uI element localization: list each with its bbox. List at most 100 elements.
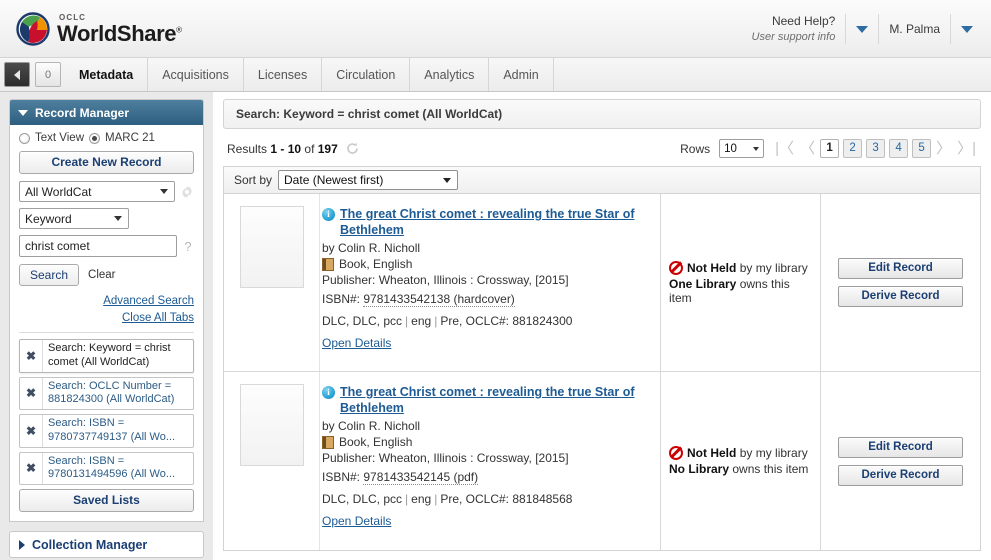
not-held-icon [669, 446, 683, 460]
derive-record-button[interactable]: Derive Record [838, 464, 963, 486]
sort-label: Sort by [234, 173, 273, 187]
holdings-status-row: Not Held by my library [669, 260, 812, 275]
holdings-count-row: One Library owns this item [669, 277, 812, 305]
close-icon[interactable]: ✖ [20, 415, 43, 447]
need-help-block[interactable]: Need Help? User support info [742, 10, 846, 48]
tab-acquisitions[interactable]: Acquisitions [148, 58, 244, 91]
encoding-level: Pre, [440, 491, 463, 506]
results-of: of [304, 141, 315, 156]
open-details-link[interactable]: Open Details [322, 336, 391, 350]
close-all-tabs-link[interactable]: Close All Tabs [122, 312, 194, 324]
record-isbn: ISBN#: 9781433542145 (pdf) [322, 468, 648, 486]
record-actions-cell: Edit Record Derive Record [820, 194, 980, 371]
record-format-row: Book, English [322, 435, 648, 449]
cover-cell [224, 372, 320, 550]
refresh-icon[interactable] [346, 142, 359, 155]
record-manager-title: Record Manager [35, 105, 130, 120]
record-info-cell: i The great Christ comet : revealing the… [320, 372, 660, 550]
chevron-left-icon [14, 69, 20, 80]
gear-icon[interactable] [180, 185, 194, 199]
page-button-5[interactable]: 5 [912, 139, 932, 158]
page-button-4[interactable]: 4 [889, 139, 909, 158]
app-header: OCLC WorldShare® Need Help? User support… [0, 0, 991, 58]
radio-marc21[interactable] [89, 132, 101, 144]
close-icon[interactable]: ✖ [20, 452, 43, 484]
record-format: Book, English [339, 257, 413, 272]
catalog-source: DLC, DLC, pcc [322, 313, 403, 328]
page-button-3[interactable]: 3 [866, 139, 886, 158]
first-page-icon[interactable]: |〈 [774, 141, 795, 156]
oclc-number: 881848568 [512, 491, 573, 506]
record-isbn: ISBN#: 9781433542138 (hardcover) [322, 290, 648, 308]
close-icon[interactable]: ✖ [20, 340, 43, 372]
record-author: by Colin R. Nicholl [322, 418, 421, 433]
user-support-info-label: User support info [751, 30, 836, 43]
tab-metadata[interactable]: Metadata [65, 58, 149, 91]
search-index-select[interactable]: Keyword [19, 208, 129, 229]
tab-admin[interactable]: Admin [489, 58, 554, 91]
search-summary-bar: Search: Keyword = christ comet (All Worl… [223, 99, 981, 129]
table-row: i The great Christ comet : revealing the… [224, 194, 980, 372]
main-content: Search: Keyword = christ comet (All Worl… [213, 92, 991, 560]
record-info-cell: i The great Christ comet : revealing the… [320, 194, 660, 371]
results-toolbar: Results 1 - 10 of 197 Rows 10 |〈 〈 1 2 3… [213, 129, 991, 158]
saved-lists-button[interactable]: Saved Lists [19, 489, 194, 512]
search-button[interactable]: Search [19, 264, 80, 286]
search-input-row: ? [19, 235, 194, 257]
tab-analytics[interactable]: Analytics [410, 58, 490, 91]
oclc-worldshare-logo[interactable]: OCLC WorldShare® [16, 12, 182, 46]
oclc-label: OCLC#: [465, 313, 510, 328]
saved-search-tab-2[interactable]: ✖ Search: OCLC Number = 881824300 (All W… [19, 376, 194, 410]
holdings-status-rest: by my library [739, 260, 808, 275]
page-button-1[interactable]: 1 [820, 139, 840, 158]
notification-counter-button[interactable]: 0 [35, 62, 61, 87]
radio-text-view[interactable] [19, 132, 30, 144]
collapse-panel-button[interactable] [4, 62, 30, 87]
record-title-link[interactable]: The great Christ comet : revealing the t… [340, 206, 640, 239]
next-page-icon[interactable]: 〉 [935, 141, 952, 156]
edit-record-button[interactable]: Edit Record [838, 258, 963, 279]
open-details-link[interactable]: Open Details [322, 514, 391, 528]
page-button-2[interactable]: 2 [843, 139, 863, 158]
clear-button[interactable]: Clear [84, 269, 115, 281]
sort-select[interactable]: Date (Newest first) [278, 170, 459, 190]
advanced-search-row: Advanced Search [19, 293, 194, 307]
prev-page-icon[interactable]: 〈 [799, 141, 816, 156]
close-icon[interactable]: ✖ [20, 377, 43, 409]
dropdown-arrow-icon [443, 177, 452, 183]
database-select[interactable]: All WorldCat [19, 181, 175, 202]
main-navigation: 0 Metadata Acquisitions Licenses Circula… [0, 58, 991, 92]
holdings-count-bold: No Library [669, 462, 730, 476]
record-manager-header[interactable]: Record Manager [10, 100, 203, 125]
saved-search-tab-4[interactable]: ✖ Search: ISBN = 9780131494596 (All Wo..… [19, 451, 194, 485]
need-help-dropdown-button[interactable] [846, 10, 878, 48]
record-title-link[interactable]: The great Christ comet : revealing the t… [340, 384, 640, 417]
dropdown-arrow-icon [753, 146, 760, 151]
derive-record-button[interactable]: Derive Record [838, 286, 963, 307]
holdings-status-row: Not Held by my library [669, 446, 812, 460]
saved-search-tab-3[interactable]: ✖ Search: ISBN = 9780737749137 (All Wo..… [19, 414, 194, 448]
edit-record-button[interactable]: Edit Record [838, 436, 963, 458]
results-total: 197 [317, 141, 338, 156]
tab-circulation[interactable]: Circulation [322, 58, 411, 91]
record-manager-panel: Record Manager Text View MARC 21 Create … [9, 99, 204, 522]
question-mark-icon[interactable]: ? [182, 239, 194, 254]
create-new-record-button[interactable]: Create New Record [19, 151, 194, 174]
info-icon[interactable]: i [322, 208, 335, 221]
chevron-down-icon [856, 25, 869, 33]
record-publisher: Publisher: Wheaton, Illinois : Crossway,… [322, 451, 569, 466]
saved-search-tab-1[interactable]: ✖ Search: Keyword = christ comet (All Wo… [19, 339, 194, 373]
saved-search-label: Search: OCLC Number = 881824300 (All Wor… [48, 379, 175, 406]
info-icon[interactable]: i [322, 386, 335, 399]
collection-manager-panel[interactable]: Collection Manager [9, 531, 204, 558]
rows-per-page-select[interactable]: 10 [719, 139, 765, 158]
search-input[interactable] [19, 235, 177, 257]
tab-licenses[interactable]: Licenses [244, 58, 323, 91]
last-page-icon[interactable]: 〉| [956, 141, 977, 156]
user-menu-dropdown-button[interactable] [951, 10, 983, 48]
holdings-count-bold: One Library [669, 276, 737, 291]
advanced-search-link[interactable]: Advanced Search [103, 295, 194, 307]
record-language: eng [411, 491, 432, 506]
holdings-cell: Not Held by my library No Library owns t… [660, 372, 820, 550]
table-row: i The great Christ comet : revealing the… [224, 372, 980, 550]
